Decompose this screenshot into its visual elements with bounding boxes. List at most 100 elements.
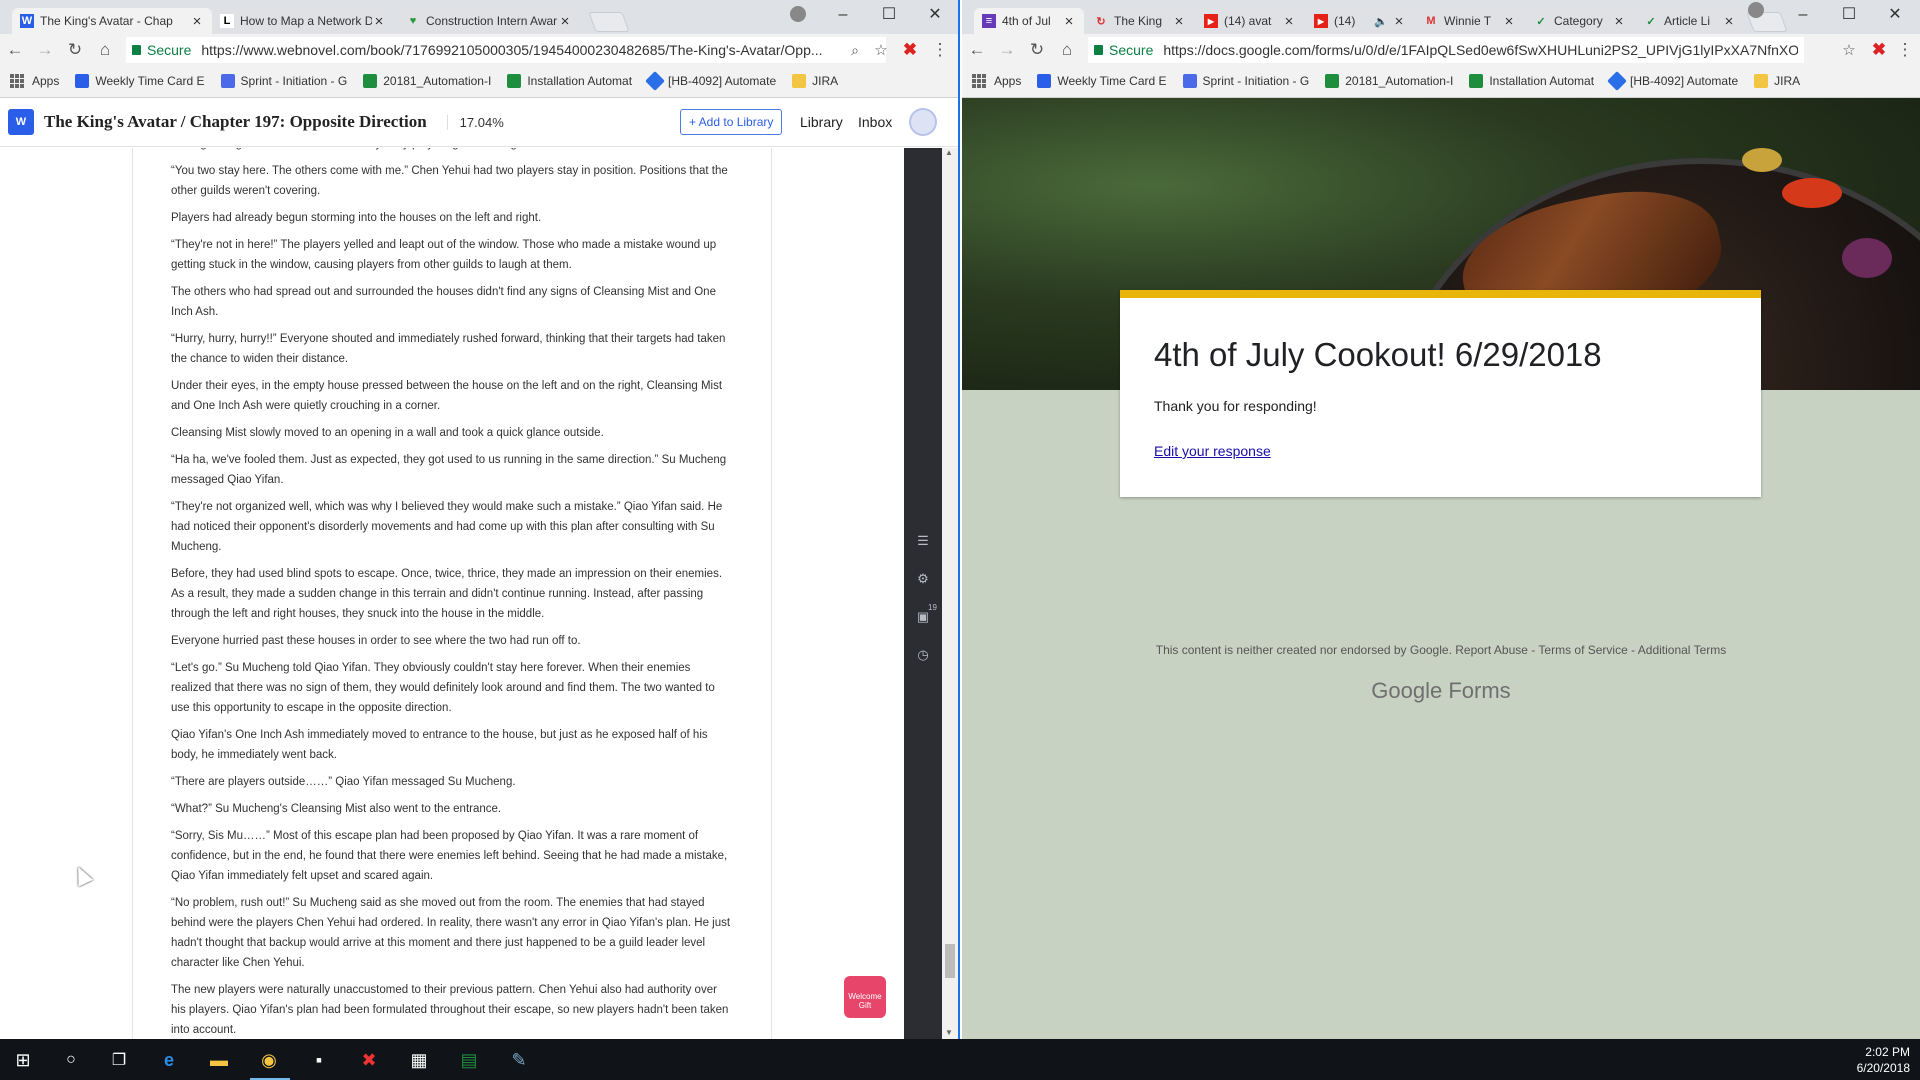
file-explorer-icon[interactable]: ▬ bbox=[206, 1047, 232, 1073]
forms-disclaimer[interactable]: This content is neither created nor endo… bbox=[962, 643, 1920, 657]
tab-construction-intern[interactable]: ♥ Construction Intern Awar × bbox=[398, 8, 580, 34]
story-paragraph: “Let's go.” Su Mucheng told Qiao Yifan. … bbox=[171, 662, 715, 714]
close-icon[interactable]: × bbox=[1062, 13, 1076, 30]
forward-icon[interactable]: → bbox=[30, 40, 60, 60]
tab-youtube-2[interactable]: ▶ (14) 🔈 × bbox=[1306, 8, 1414, 34]
close-window-icon[interactable]: ✕ bbox=[1872, 0, 1918, 30]
bookmark-automation[interactable]: 20181_Automation-I bbox=[363, 74, 491, 88]
scroll-up-icon[interactable]: ▲ bbox=[945, 148, 953, 157]
folder-icon bbox=[1754, 74, 1769, 88]
sheets-icon bbox=[363, 74, 378, 88]
comments-badge: 19 bbox=[928, 603, 937, 612]
bookmark-apps[interactable]: Apps bbox=[32, 74, 59, 88]
close-icon[interactable]: × bbox=[1502, 13, 1516, 30]
extension-icon[interactable]: ✖ bbox=[895, 40, 925, 60]
menu-icon[interactable]: ⋮ bbox=[925, 40, 955, 60]
system-clock[interactable]: 2:02 PM 6/20/2018 bbox=[1857, 1044, 1910, 1076]
url-text: https://docs.google.com/forms/u/0/d/e/1F… bbox=[1163, 42, 1798, 58]
bookmark-installation[interactable]: Installation Automat bbox=[507, 74, 632, 88]
excel-icon[interactable]: ▤ bbox=[456, 1047, 482, 1073]
windows-start-icon[interactable]: ⊞ bbox=[10, 1047, 36, 1073]
calculator-icon[interactable]: ▦ bbox=[406, 1047, 432, 1073]
settings-icon[interactable]: ⚙ bbox=[915, 571, 931, 587]
close-icon[interactable]: × bbox=[558, 13, 572, 30]
welcome-gift-button[interactable]: Welcome Gift bbox=[844, 976, 886, 1018]
minimize-icon[interactable]: – bbox=[820, 0, 866, 30]
bookmark-jira[interactable]: JIRA bbox=[1754, 74, 1800, 88]
bookmark-weekly-time-card[interactable]: Weekly Time Card E bbox=[75, 74, 205, 88]
tab-article[interactable]: ✓ Article Li × bbox=[1636, 8, 1744, 34]
tab-category[interactable]: ✓ Category × bbox=[1526, 8, 1634, 34]
bookmark-weekly-time-card[interactable]: Weekly Time Card E bbox=[1037, 74, 1167, 88]
profile-icon[interactable] bbox=[790, 6, 806, 22]
bookmarks-bar: Apps Weekly Time Card E Sprint - Initiat… bbox=[962, 66, 1920, 96]
scrollbar-thumb[interactable] bbox=[945, 944, 955, 978]
maximize-icon[interactable]: ☐ bbox=[1826, 0, 1872, 30]
back-icon[interactable]: ← bbox=[962, 40, 992, 60]
library-link[interactable]: Library bbox=[800, 114, 843, 130]
timer-icon[interactable]: ◷ bbox=[915, 647, 931, 663]
bookmark-apps[interactable]: Apps bbox=[994, 74, 1021, 88]
sticky-notes-icon[interactable]: ▪ bbox=[306, 1047, 332, 1073]
address-bar[interactable]: Secure https://docs.google.com/forms/u/0… bbox=[1088, 37, 1804, 63]
speaker-icon[interactable]: 🔈 bbox=[1374, 15, 1388, 28]
close-icon[interactable]: × bbox=[1612, 13, 1626, 30]
edit-response-link[interactable]: Edit your response bbox=[1154, 443, 1271, 459]
menu-icon[interactable]: ⋮ bbox=[1890, 40, 1920, 60]
home-icon[interactable]: ⌂ bbox=[90, 40, 120, 60]
secure-indicator[interactable]: Secure bbox=[1094, 42, 1153, 58]
story-paragraph: The others who had spread out and surrou… bbox=[171, 286, 716, 318]
bookmark-sprint[interactable]: Sprint - Initiation - G bbox=[220, 74, 347, 88]
add-to-library-button[interactable]: + Add to Library bbox=[680, 109, 783, 135]
scrollbar[interactable]: ▲ ▼ bbox=[942, 148, 958, 1039]
profile-icon[interactable] bbox=[1748, 2, 1764, 18]
clock-time: 2:02 PM bbox=[1865, 1045, 1910, 1059]
reload-icon[interactable]: ↻ bbox=[1022, 40, 1052, 60]
bookmark-automation[interactable]: 20181_Automation-I bbox=[1325, 74, 1453, 88]
close-icon[interactable]: × bbox=[1172, 13, 1186, 30]
edge-icon[interactable]: e bbox=[156, 1047, 182, 1073]
inbox-link[interactable]: Inbox bbox=[858, 114, 892, 130]
close-icon[interactable]: × bbox=[190, 13, 204, 30]
new-tab-button[interactable] bbox=[588, 12, 630, 32]
bookmark-hb-4092[interactable]: [HB-4092] Automate bbox=[645, 71, 776, 91]
story-paragraph: “They're not in here!” The players yelle… bbox=[171, 239, 717, 271]
bookmark-jira[interactable]: JIRA bbox=[792, 74, 838, 88]
star-icon[interactable]: ☆ bbox=[866, 41, 896, 59]
reload-icon[interactable]: ↻ bbox=[60, 40, 90, 60]
tab-youtube-1[interactable]: ▶ (14) avat × bbox=[1196, 8, 1304, 34]
webnovel-logo[interactable]: W bbox=[8, 109, 34, 135]
address-bar[interactable]: Secure https://www.webnovel.com/book/717… bbox=[126, 37, 886, 63]
story-paragraph: The new players were naturally unaccusto… bbox=[171, 984, 729, 1036]
cortana-icon[interactable]: ○ bbox=[58, 1047, 84, 1073]
tab-kings-avatar[interactable]: W The King's Avatar - Chap × bbox=[12, 8, 212, 34]
tab-gmail[interactable]: M Winnie T × bbox=[1416, 8, 1524, 34]
bookmark-hb-4092[interactable]: [HB-4092] Automate bbox=[1607, 71, 1738, 91]
bookmark-installation[interactable]: Installation Automat bbox=[1469, 74, 1594, 88]
story-paragraph: Cleansing Mist slowly moved to an openin… bbox=[171, 427, 604, 439]
scroll-down-icon[interactable]: ▼ bbox=[945, 1028, 953, 1037]
chrome-icon[interactable]: ◉ bbox=[256, 1047, 282, 1073]
back-icon[interactable]: ← bbox=[0, 40, 30, 60]
star-icon[interactable]: ☆ bbox=[1834, 41, 1864, 59]
home-icon[interactable]: ⌂ bbox=[1052, 40, 1082, 60]
tab-kings-avatar[interactable]: ↻ The King × bbox=[1086, 8, 1194, 34]
close-icon[interactable]: × bbox=[372, 13, 386, 30]
task-view-icon[interactable]: ❐ bbox=[106, 1047, 132, 1073]
bookmark-sprint[interactable]: Sprint - Initiation - G bbox=[1182, 74, 1309, 88]
window-controls: – ☐ ✕ bbox=[1780, 0, 1918, 30]
minimize-icon[interactable]: – bbox=[1780, 0, 1826, 30]
maximize-icon[interactable]: ☐ bbox=[866, 0, 912, 30]
close-icon[interactable]: × bbox=[1722, 13, 1736, 30]
table-of-contents-icon[interactable]: ☰ bbox=[915, 533, 931, 549]
tab-cookout-form[interactable]: ≡ 4th of Jul × bbox=[974, 8, 1084, 34]
close-window-icon[interactable]: ✕ bbox=[912, 0, 958, 30]
forward-icon[interactable]: → bbox=[992, 40, 1022, 60]
notepad-icon[interactable]: ✎ bbox=[506, 1047, 532, 1073]
avatar[interactable] bbox=[909, 108, 937, 136]
xmind-icon[interactable]: ✖ bbox=[356, 1047, 382, 1073]
secure-indicator[interactable]: Secure bbox=[132, 42, 191, 58]
close-icon[interactable]: × bbox=[1282, 13, 1296, 30]
tab-network-diagram[interactable]: L How to Map a Network D × bbox=[212, 8, 394, 34]
close-icon[interactable]: × bbox=[1392, 13, 1406, 30]
